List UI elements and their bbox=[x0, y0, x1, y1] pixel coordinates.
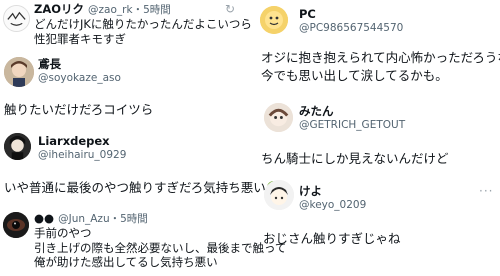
avatar[interactable] bbox=[3, 212, 29, 238]
post-header: ZAOリク @zao_rk・5時間 bbox=[34, 2, 171, 17]
avatar[interactable] bbox=[3, 5, 30, 32]
handle[interactable]: @zao_rk bbox=[88, 4, 133, 16]
display-name[interactable]: Liarxdepex bbox=[38, 134, 110, 148]
separator-dot: ・ bbox=[109, 213, 121, 225]
post-line: 性犯罪者キモすぎ bbox=[34, 32, 126, 46]
display-name[interactable]: けよ bbox=[299, 184, 322, 198]
display-name[interactable]: 鳶長 bbox=[38, 57, 61, 71]
post-body: ちん騎士にしか見えないんだけど bbox=[261, 151, 449, 166]
timestamp[interactable]: 5時間 bbox=[120, 213, 148, 225]
post-text: いや普通に最後のやつ触りすぎだろ気持ち悪い bbox=[4, 180, 266, 195]
post-body: オジに抱き抱えられて内心怖かっただろうな。 今でも思い出して涙してるかも。 bbox=[261, 49, 500, 85]
post-line: 引き上げの際も全然必要ないし、最後まで触って bbox=[34, 240, 287, 255]
post-line: 今でも思い出して涙してるかも。 bbox=[261, 68, 448, 83]
post-line: オジに抱き抱えられて内心怖かっただろうな。 bbox=[261, 50, 500, 65]
handle[interactable]: @keyo_0209 bbox=[299, 199, 366, 212]
handle[interactable]: @Jun_Azu bbox=[58, 213, 110, 225]
refresh-icon[interactable]: ↻ bbox=[225, 2, 235, 16]
avatar[interactable] bbox=[264, 103, 293, 132]
avatar[interactable] bbox=[260, 6, 288, 34]
display-name[interactable]: ZAOリク bbox=[34, 2, 84, 16]
handle[interactable]: @PC986567544570 bbox=[299, 22, 403, 35]
post-body: 触りたいだけだろコイツら bbox=[4, 102, 154, 117]
avatar[interactable] bbox=[4, 133, 31, 160]
handle[interactable]: @soyokaze_aso bbox=[38, 72, 121, 85]
post-line: 俺が助けた感出してるし気持ち悪い bbox=[34, 255, 218, 269]
handle[interactable]: @GETRICH_GETOUT bbox=[299, 119, 405, 132]
post-header: ●● @Jun_Azu・5時間 bbox=[34, 211, 148, 226]
display-name[interactable]: みたん bbox=[299, 104, 334, 118]
post-body: いや普通に最後のやつ触りすぎだろ気持ち悪い bbox=[4, 180, 280, 196]
avatar[interactable] bbox=[264, 180, 294, 210]
more-icon[interactable]: ··· bbox=[479, 184, 493, 198]
post-line: 手前のやつ bbox=[34, 226, 92, 240]
display-name[interactable]: PC bbox=[299, 7, 316, 21]
separator-dot: ・ bbox=[132, 4, 144, 16]
avatar[interactable] bbox=[4, 57, 34, 87]
post-body: どんだけJKに触りたかったんだよこいつら 性犯罪者キモすぎ bbox=[34, 17, 252, 47]
post-body: 手前のやつ 引き上げの際も全然必要ないし、最後まで触って 俺が助けた感出してるし… bbox=[34, 226, 286, 270]
display-name[interactable]: ●● bbox=[34, 211, 54, 225]
post-body: おじさん触りすぎじゃね bbox=[263, 231, 401, 246]
post-line: どんだけJKに触りたかったんだよこいつら bbox=[34, 17, 252, 31]
handle[interactable]: @iheihairu_0929 bbox=[38, 149, 126, 162]
timestamp[interactable]: 5時間 bbox=[143, 4, 171, 16]
